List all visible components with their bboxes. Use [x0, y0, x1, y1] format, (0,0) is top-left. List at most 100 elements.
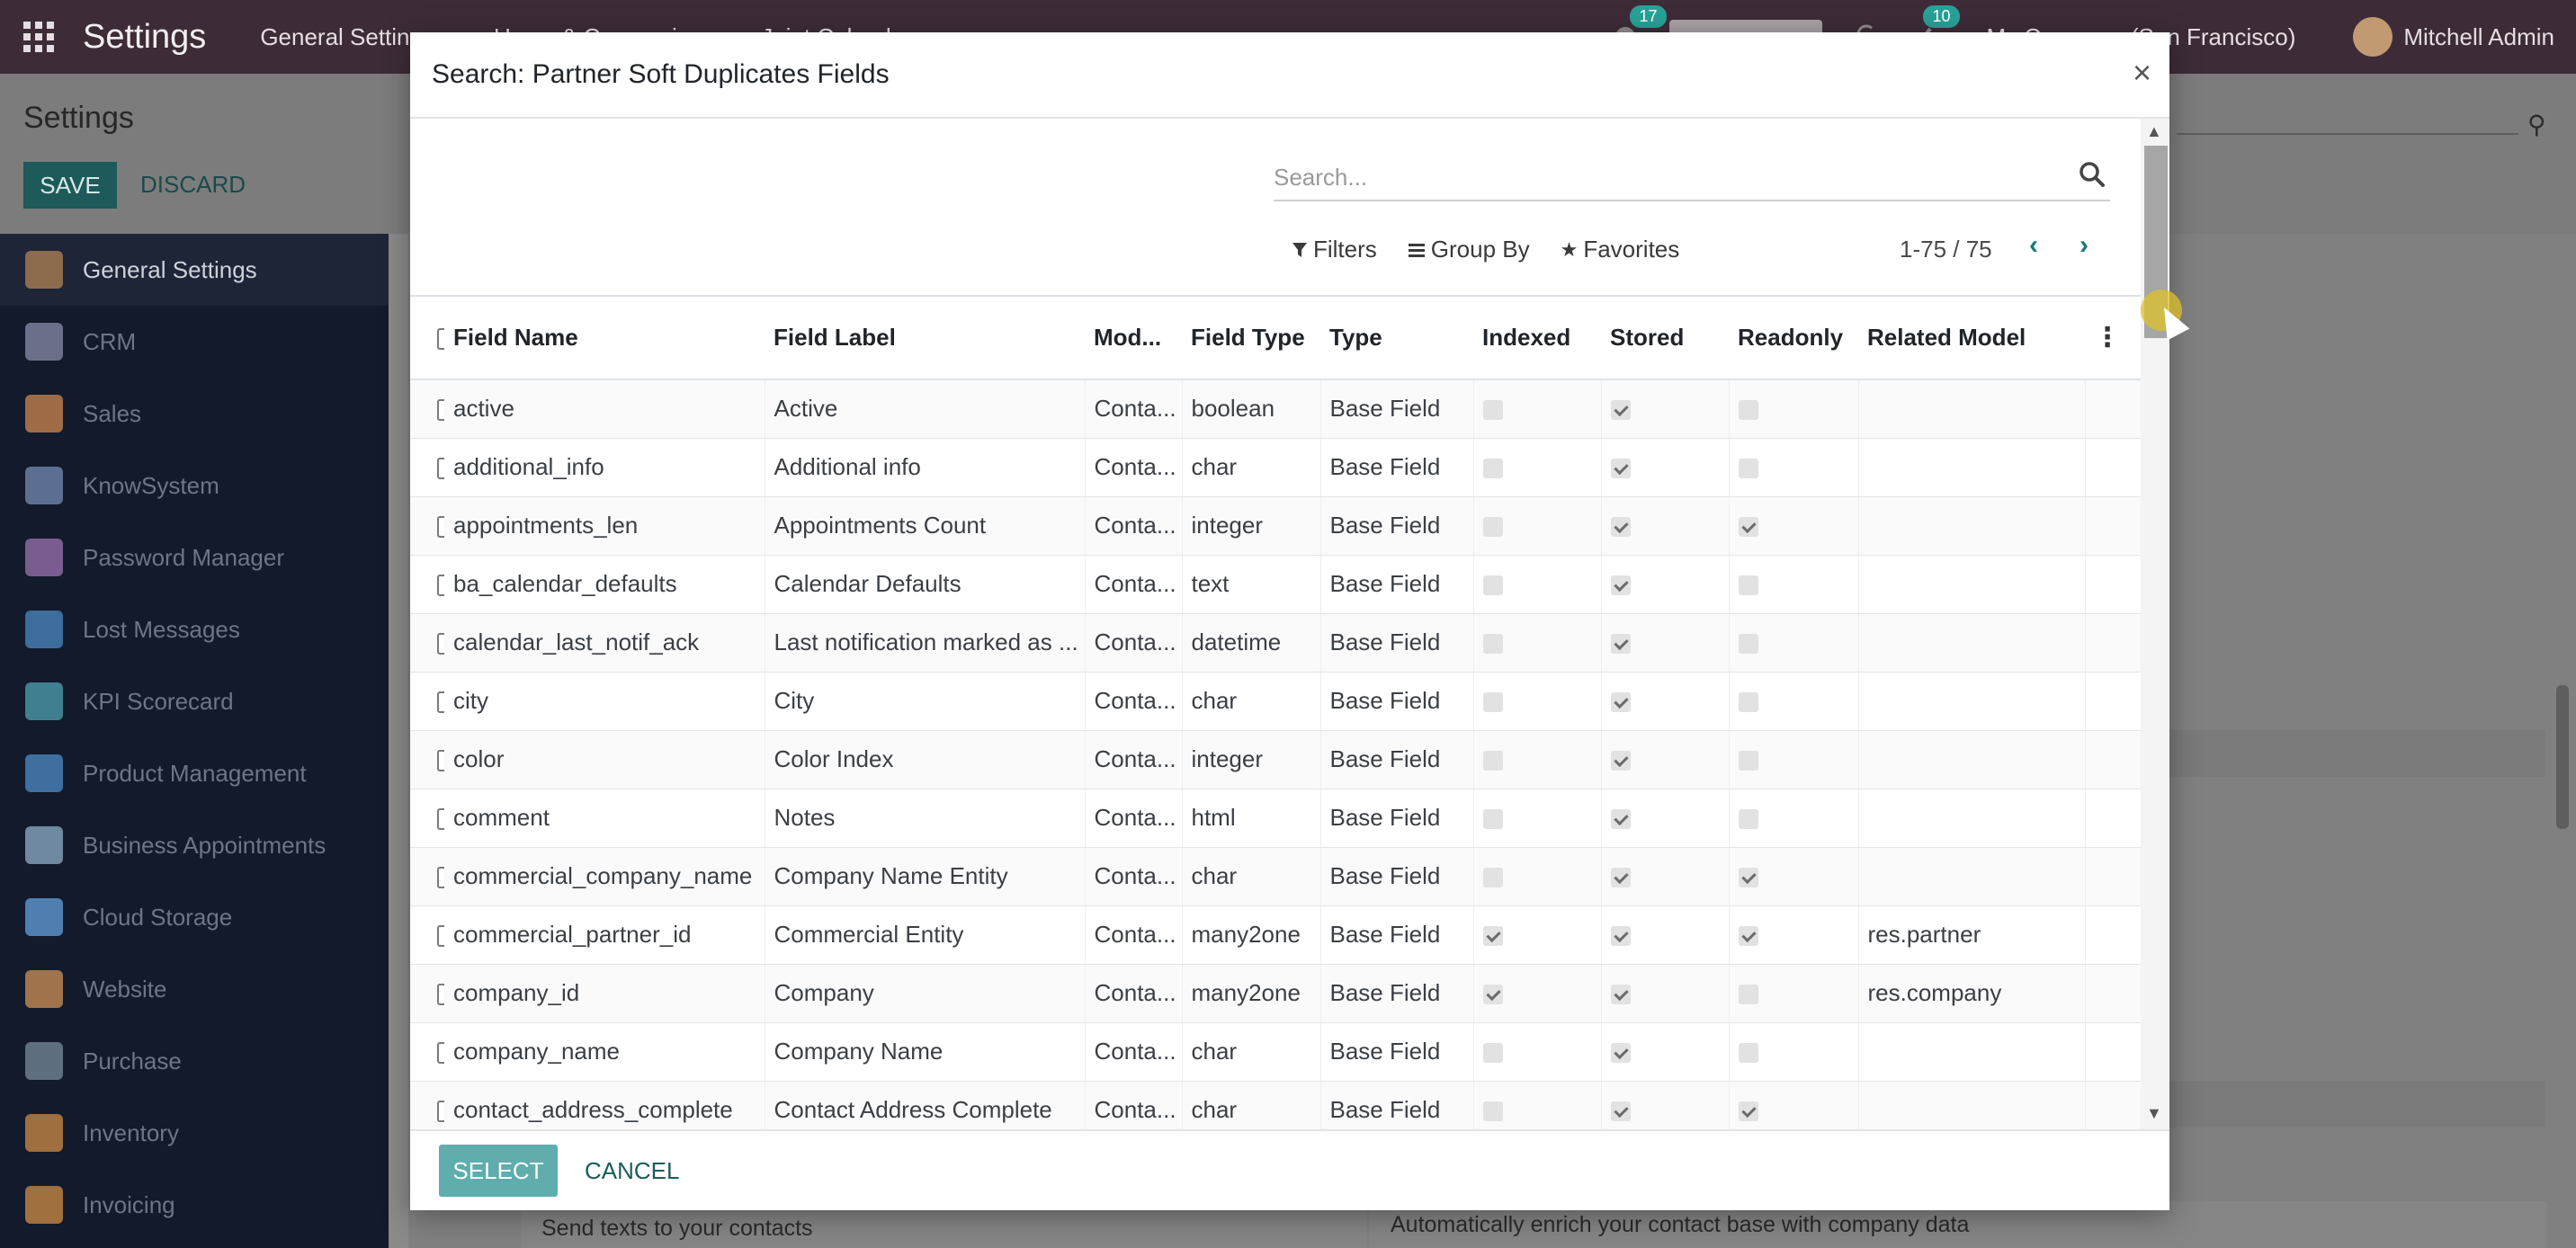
cell-stored [1601, 964, 1730, 1023]
row-select-cell[interactable] [410, 905, 444, 965]
optional-columns-toggle[interactable]: ⋮ [2085, 297, 2141, 380]
row-select-cell[interactable] [410, 1081, 444, 1129]
row-checkbox[interactable] [437, 1042, 444, 1065]
table-row[interactable]: color Color Index Conta... integer Base Fiel… [410, 730, 2141, 789]
column-field-label[interactable]: Field Label [765, 297, 1085, 380]
sidebar-scrollbar[interactable] [389, 234, 408, 1248]
cell-type: Base Field [1320, 730, 1474, 789]
readonly-checkbox [1738, 459, 1758, 479]
group-by-button[interactable]: Group By [1408, 236, 1530, 263]
row-checkbox[interactable] [437, 399, 444, 422]
app-icon [25, 826, 63, 864]
column-model[interactable]: Mod... [1085, 297, 1182, 380]
table-row[interactable]: company_name Company Name Conta... char Base… [410, 1022, 2141, 1082]
filters-button[interactable]: Filters [1292, 236, 1377, 263]
sidebar-item[interactable]: Password Manager [0, 521, 389, 593]
column-type[interactable]: Type [1320, 297, 1473, 380]
favorites-button[interactable]: ★ Favorites [1561, 236, 1680, 263]
row-checkbox[interactable] [437, 984, 444, 1006]
scroll-up-icon[interactable]: ▲ [2146, 122, 2162, 141]
row-checkbox[interactable] [437, 808, 444, 831]
row-select-cell[interactable] [410, 438, 444, 497]
row-select-cell[interactable] [410, 555, 444, 614]
table-row[interactable]: commercial_company_name Company Name Enti… [410, 847, 2141, 906]
table-row[interactable]: comment Notes Conta... html Base Field [410, 789, 2141, 848]
cell-stored [1601, 847, 1730, 906]
sidebar-item[interactable]: Lost Messages [0, 593, 389, 665]
row-select-cell[interactable] [410, 789, 444, 848]
row-checkbox[interactable] [437, 458, 444, 480]
pager-value[interactable]: 1-75 / 75 [1900, 236, 1992, 263]
table-row[interactable]: calendar_last_notif_ack Last notification… [410, 613, 2141, 673]
sidebar-item[interactable]: CRM [0, 306, 389, 378]
settings-search-input[interactable] [2177, 133, 2518, 135]
row-checkbox[interactable] [437, 750, 444, 772]
row-select-cell[interactable] [410, 613, 444, 673]
pager-previous-icon[interactable]: ‹ [2029, 230, 2038, 261]
stored-checkbox [1610, 751, 1631, 771]
column-readonly[interactable]: Readonly [1729, 297, 1858, 380]
column-related-model[interactable]: Related Model [1858, 297, 2085, 380]
column-indexed[interactable]: Indexed [1473, 297, 1601, 380]
pager-next-icon[interactable]: › [2080, 230, 2089, 261]
select-button[interactable]: SELECT [439, 1145, 558, 1197]
column-stored[interactable]: Stored [1601, 297, 1729, 380]
cancel-button[interactable]: CANCEL [585, 1157, 679, 1185]
search-icon[interactable] [2078, 160, 2106, 189]
cell-related-model [1858, 789, 2086, 848]
list-scrollbar[interactable]: ▲ ▼ [2141, 119, 2169, 1129]
row-select-cell[interactable] [410, 379, 444, 439]
user-menu[interactable]: Mitchell Admin [2353, 17, 2554, 57]
sidebar-item[interactable]: Business Appointments [0, 809, 389, 881]
table-row[interactable]: appointments_len Appointments Count Conta.… [410, 496, 2141, 556]
row-checkbox[interactable] [437, 633, 444, 655]
row-checkbox[interactable] [437, 516, 444, 539]
sidebar-item[interactable]: Inventory [0, 1097, 389, 1169]
table-row[interactable]: additional_info Additional info Conta... ch… [410, 438, 2141, 497]
column-field-type[interactable]: Field Type [1182, 297, 1320, 380]
cell-field-type: char [1182, 1081, 1321, 1129]
row-select-cell[interactable] [410, 672, 444, 731]
close-icon[interactable]: × [2133, 54, 2151, 92]
sidebar-item[interactable]: Website [0, 953, 389, 1025]
table-row[interactable]: company_id Company Conta... many2one Base Fi… [410, 964, 2141, 1023]
table-row[interactable]: city City Conta... char Base Field [410, 672, 2141, 731]
main-scrollbar[interactable] [2556, 685, 2569, 829]
sidebar-item[interactable]: KPI Scorecard [0, 665, 389, 737]
row-select-cell[interactable] [410, 964, 444, 1023]
readonly-checkbox [1738, 751, 1758, 771]
cell-field-name: commercial_company_name [444, 847, 765, 906]
sidebar-item[interactable]: General Settings [0, 234, 389, 306]
stored-checkbox [1610, 400, 1631, 421]
column-field-name[interactable]: Field Name [444, 297, 765, 380]
row-checkbox[interactable] [437, 691, 444, 714]
row-select-cell[interactable] [410, 1022, 444, 1082]
save-button[interactable]: SAVE [23, 162, 117, 209]
sidebar-item[interactable]: Sales [0, 378, 389, 450]
row-checkbox[interactable] [437, 925, 444, 948]
select-all-checkbox[interactable] [437, 328, 444, 351]
sidebar-item[interactable]: KnowSystem [0, 450, 389, 521]
menu-general-settings[interactable]: General Settings [260, 23, 434, 51]
table-row[interactable]: ba_calendar_defaults Calendar Defaults Con… [410, 555, 2141, 614]
table-row[interactable]: commercial_partner_id Commercial Entity Co… [410, 905, 2141, 965]
apps-menu-icon[interactable] [23, 22, 54, 52]
select-all-checkbox-cell[interactable] [410, 297, 444, 380]
search-input[interactable] [1274, 156, 2065, 198]
table-row[interactable]: active Active Conta... boolean Base Field [410, 379, 2141, 439]
table-row[interactable]: contact_address_complete Contact Address … [410, 1081, 2141, 1129]
scroll-down-icon[interactable]: ▼ [2146, 1104, 2162, 1123]
sidebar-item[interactable]: Cloud Storage [0, 881, 389, 953]
row-checkbox[interactable] [437, 575, 444, 597]
row-select-cell[interactable] [410, 496, 444, 556]
row-checkbox[interactable] [437, 867, 444, 889]
row-select-cell[interactable] [410, 730, 444, 789]
sidebar-item[interactable]: Product Management [0, 737, 389, 809]
search-icon[interactable]: ⚲ [2527, 110, 2546, 139]
sidebar-item[interactable]: Purchase [0, 1025, 389, 1097]
sidebar-item[interactable]: Invoicing [0, 1169, 389, 1241]
discard-button[interactable]: DISCARD [140, 171, 246, 199]
row-checkbox[interactable] [437, 1101, 444, 1123]
kebab-icon[interactable]: ⋮ [2094, 323, 2121, 352]
row-select-cell[interactable] [410, 847, 444, 906]
